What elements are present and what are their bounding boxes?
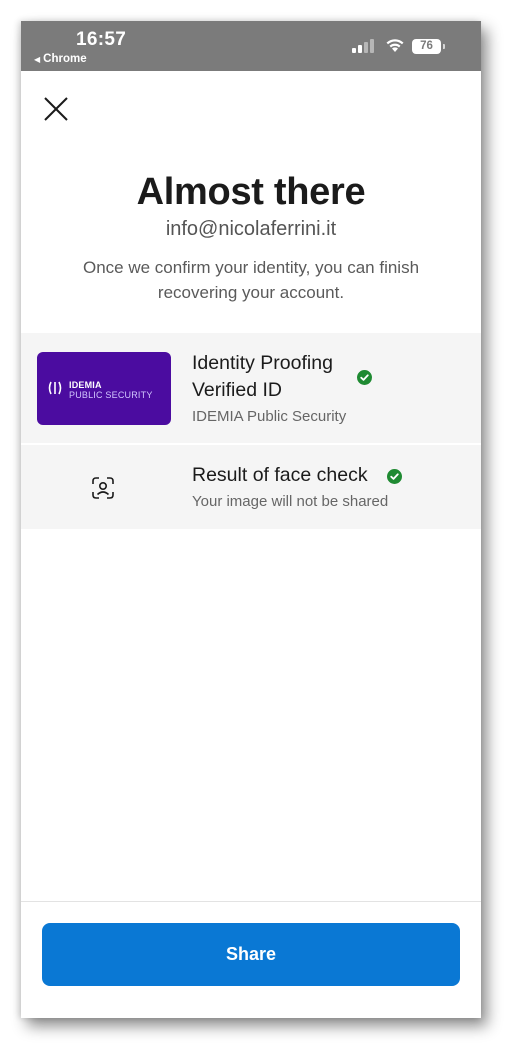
wifi-icon: [386, 39, 404, 52]
credential-title-line1: Identity Proofing: [192, 352, 333, 374]
credential-title-line2: Verified ID: [192, 379, 282, 401]
share-button[interactable]: Share: [42, 923, 460, 986]
account-email: info@nicolaferrini.it: [165, 218, 337, 240]
status-time: 16:57: [76, 29, 127, 50]
idemia-logo: IDEMIA PUBLIC SECURITY: [37, 352, 171, 425]
back-to-app-link[interactable]: ◀ Chrome: [34, 53, 87, 65]
verified-check-icon: [387, 469, 402, 484]
face-check-subtitle: Your image will not be shared: [192, 493, 389, 510]
idemia-logo-line1: IDEMIA: [69, 380, 102, 390]
page-title: Almost there: [136, 171, 366, 213]
back-triangle-icon: ◀: [34, 54, 41, 64]
status-bar: 16:57 ◀ Chrome 76: [21, 21, 481, 71]
credential-issuer: IDEMIA Public Security: [192, 408, 347, 425]
page-subtitle: Once we confirm your identity, you can f…: [82, 258, 420, 302]
phone-screen: 16:57 ◀ Chrome 76 Almost there info@nico…: [21, 21, 481, 1018]
close-icon[interactable]: [42, 95, 70, 123]
battery-icon: 76: [412, 39, 446, 55]
face-scan-icon: [92, 477, 114, 499]
battery-level: 76: [412, 39, 441, 54]
back-app-label: Chrome: [43, 53, 87, 65]
signal-icon: [352, 39, 374, 53]
credential-row-idemia[interactable]: IDEMIA PUBLIC SECURITY Identity Proofing…: [21, 333, 481, 443]
face-check-row[interactable]: Result of face check Your image will not…: [21, 445, 481, 529]
face-check-title: Result of face check: [192, 464, 368, 486]
idemia-logo-line2: PUBLIC SECURITY: [69, 390, 153, 400]
footer-divider: [21, 901, 481, 902]
verified-check-icon: [357, 370, 372, 385]
idemia-mark-icon: [48, 381, 62, 395]
